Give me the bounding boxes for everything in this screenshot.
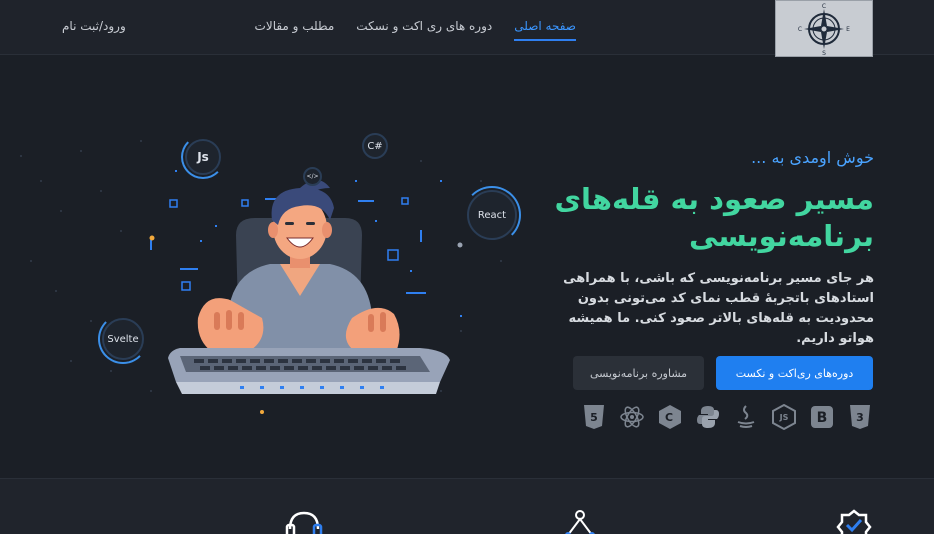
community-network-icon [562,509,598,534]
nav-articles[interactable]: مطلب و مقالات [255,19,335,41]
login-register-link[interactable]: ورود/ثبت نام [62,19,126,33]
features-strip [0,478,934,534]
react-next-courses-button[interactable]: دوره‌های ری‌اکت و نکست [716,356,873,390]
hero-illustration: Js C# React Svelte </> [0,60,530,470]
html5-icon: 5 [581,403,607,431]
welcome-text: خوش اومدی به ... [751,148,874,167]
svg-text:B: B [817,410,828,426]
hero-description: هر جای مسیر برنامه‌نویسی که باشی، با همر… [563,271,874,346]
code-tag-badge: </> [303,167,322,186]
hero-buttons: دوره‌های ری‌اکت و نکست مشاوره برنامه‌نوی… [573,356,873,390]
python-icon [695,403,721,431]
hero-headline-line2: برنامه‌نویسی [688,219,874,253]
compass-logo-icon: C C E S [798,3,850,57]
svg-text:C: C [665,411,673,424]
support-headset-icon [284,509,324,534]
java-icon [733,403,759,431]
react-icon [619,403,645,431]
bootstrap-icon: B [809,403,835,431]
csharp-icon: C [657,403,683,431]
hero-headline-line1: مسیر صعود به قله‌های [554,182,874,216]
logo-letter-s: S [822,50,826,56]
csharp-badge: C# [362,133,388,159]
navbar: C C E S صفحه اصلی دوره های ری اکت و نسکت… [0,0,934,57]
nodejs-icon: JS [771,403,797,431]
verified-badge-icon [834,509,874,534]
css3-icon: 3 [847,403,873,431]
svg-text:JS: JS [779,413,789,422]
tech-icons-row: 3 B JS C 5 [581,403,873,431]
hero-section: خوش اومدی به ... مسیر صعود به قله‌های بر… [534,148,874,349]
programming-consult-button[interactable]: مشاوره برنامه‌نویسی [573,356,704,390]
react-badge-ring [463,186,521,244]
svg-text:5: 5 [590,411,598,424]
logo-letter-e: E [846,26,850,33]
nav-react-next-courses[interactable]: دوره های ری اکت و نسکت [356,19,492,41]
nav-home[interactable]: صفحه اصلی [514,19,576,41]
svg-text:3: 3 [856,411,864,424]
main-nav: صفحه اصلی دوره های ری اکت و نسکت مطلب و … [255,19,576,41]
js-badge-ring [181,135,225,179]
logo-letter-w: C [798,26,802,33]
hero-headline: مسیر صعود به قله‌های برنامه‌نویسی [534,181,874,255]
svelte-badge-ring [98,314,148,364]
logo-letter-n: C [822,3,826,10]
site-logo[interactable]: C C E S [775,0,873,57]
developer-illustration [20,140,502,414]
